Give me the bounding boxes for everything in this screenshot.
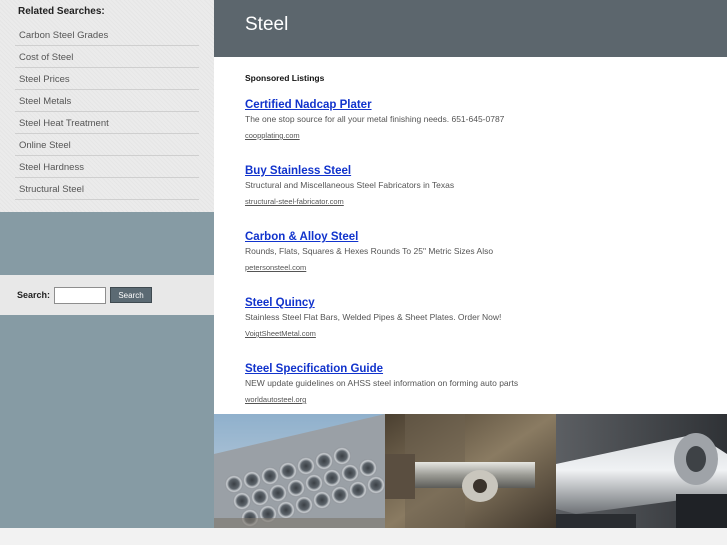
listing-url-link[interactable]: petersonsteel.com [245,263,306,272]
listing-url-link[interactable]: structural-steel-fabricator.com [245,197,344,206]
listing-description: The one stop source for all your metal f… [245,114,505,124]
listing-url-link[interactable]: coopplating.com [245,131,300,140]
listing-title-link[interactable]: Steel Specification Guide [245,363,727,375]
page-title: Steel [245,14,289,35]
listing-url-link[interactable]: VoigtSheetMetal.com [245,329,316,338]
listing-item: Buy Stainless Steel Structural and Misce… [245,165,727,209]
listing-item: Steel Specification Guide NEW update gui… [245,363,727,407]
related-search-link[interactable]: Steel Prices [15,68,199,90]
listing-title-link[interactable]: Buy Stainless Steel [245,165,727,177]
sponsored-label: Sponsored Listings [245,73,325,83]
search-input[interactable] [54,286,107,304]
listing-item: Carbon & Alloy Steel Rounds, Flats, Squa… [245,231,727,275]
search-label: Search: [17,290,51,300]
machined-bolt-image [385,414,556,528]
listing-item: Steel Quincy Stainless Steel Flat Bars, … [245,297,727,341]
listing-description: Stainless Steel Flat Bars, Welded Pipes … [245,312,502,322]
related-search-link[interactable]: Cost of Steel [15,46,199,68]
steel-machinery-image [556,414,727,528]
sponsored-listings: Sponsored Listings Certified Nadcap Plat… [214,57,727,414]
page-header: Steel [214,0,727,57]
listing-title-link[interactable]: Steel Quincy [245,297,727,309]
listing-item: Certified Nadcap Plater The one stop sou… [245,99,727,143]
listing-title-link[interactable]: Carbon & Alloy Steel [245,231,727,243]
related-search-link[interactable]: Steel Hardness [15,156,199,178]
listing-url-link[interactable]: worldautosteel.org [245,395,306,404]
related-searches-list: Carbon Steel Grades Cost of Steel Steel … [15,24,199,200]
related-search-link[interactable]: Carbon Steel Grades [15,24,199,46]
listing-description: Structural and Miscellaneous Steel Fabri… [245,180,455,190]
related-searches-heading: Related Searches: [18,6,105,17]
listing-description: Rounds, Flats, Squares & Hexes Rounds To… [245,246,494,256]
related-search-link[interactable]: Online Steel [15,134,199,156]
left-column: Related Searches: Carbon Steel Grades Co… [0,0,214,528]
related-search-link[interactable]: Steel Heat Treatment [15,112,199,134]
related-search-link[interactable]: Steel Metals [15,90,199,112]
photo-strip [214,414,727,528]
steel-pipes-image [214,414,385,528]
footer-strip [0,528,727,545]
listing-description: NEW update guidelines on AHSS steel info… [245,378,519,388]
search-button[interactable]: Search [110,287,153,303]
related-searches-panel: Related Searches: Carbon Steel Grades Co… [0,0,214,212]
related-search-link[interactable]: Structural Steel [15,178,199,200]
listing-title-link[interactable]: Certified Nadcap Plater [245,99,727,111]
search-bar: Search: Search [0,275,214,315]
